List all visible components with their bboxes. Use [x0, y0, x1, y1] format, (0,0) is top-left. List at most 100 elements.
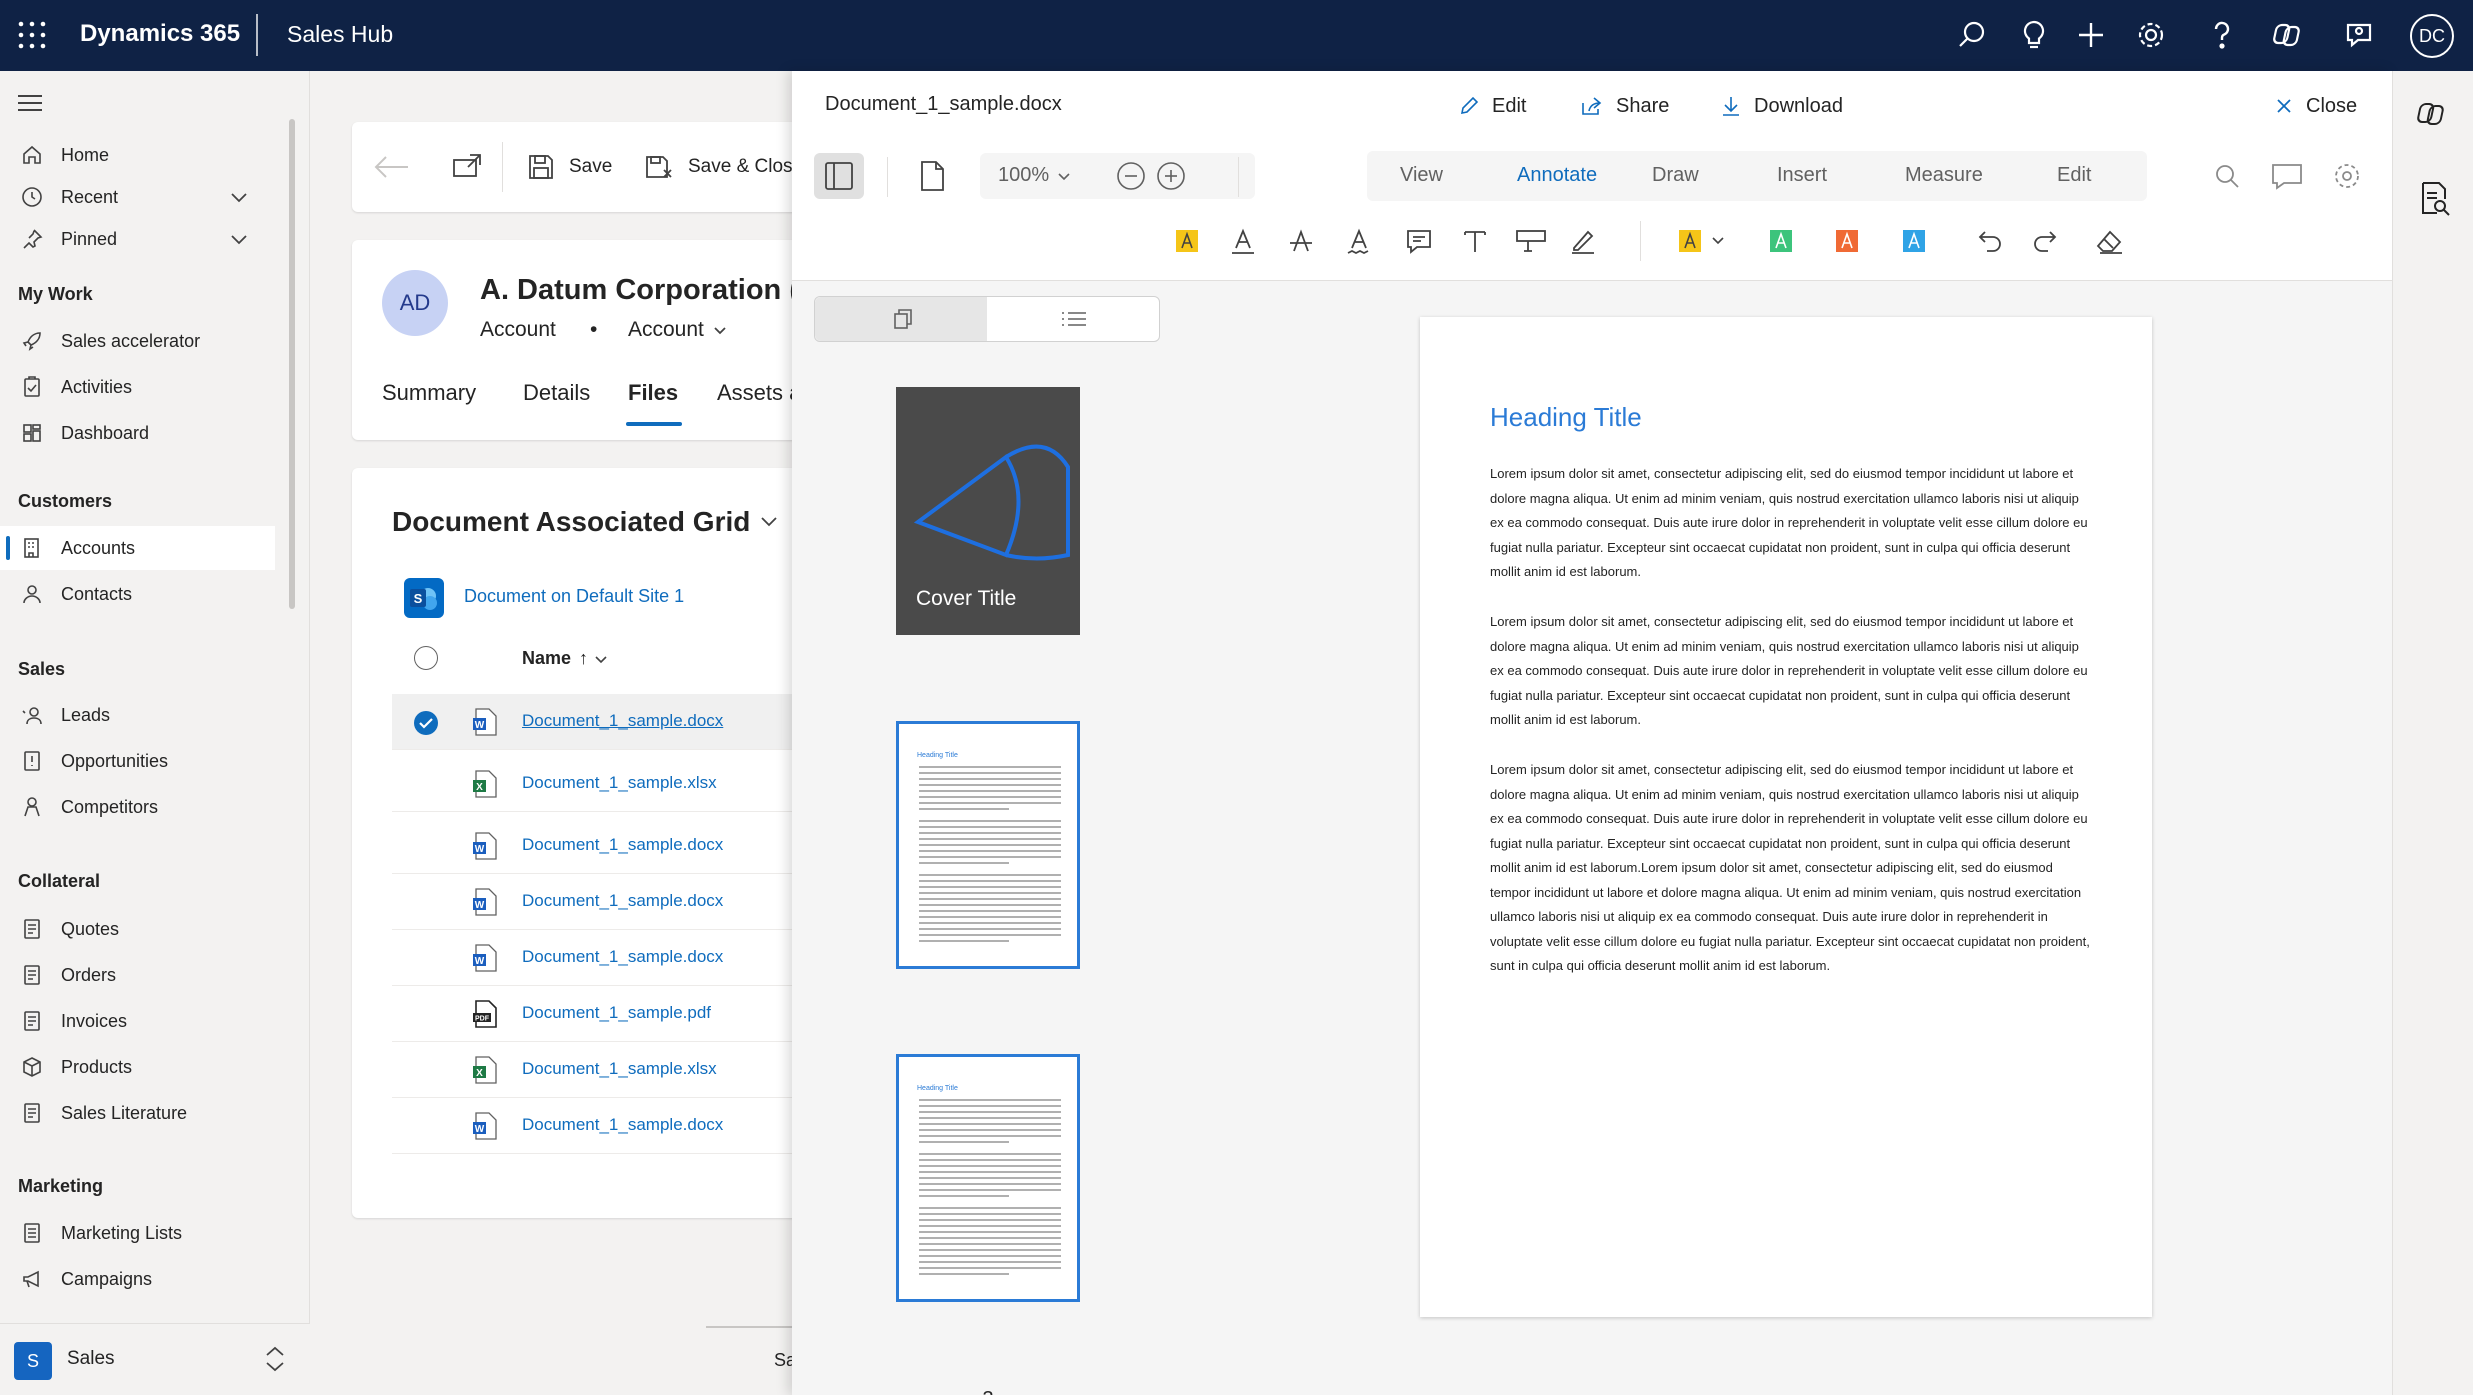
document-search-pane-icon[interactable]	[2415, 179, 2453, 217]
strikethrough-tool-icon[interactable]	[1286, 226, 1316, 256]
open-in-new-window-icon[interactable]	[452, 152, 484, 182]
feedback-icon[interactable]	[2340, 16, 2378, 54]
tab-details[interactable]: Details	[523, 380, 590, 406]
file-name-link[interactable]: Document_1_sample.xlsx	[522, 1059, 717, 1079]
sidebar-item-campaigns[interactable]: Campaigns	[0, 1257, 275, 1301]
file-name-link[interactable]: Document_1_sample.xlsx	[522, 773, 717, 793]
chevron-down-icon[interactable]	[758, 510, 780, 532]
table-row[interactable]: PDF Document_1_sample.pdf	[392, 986, 812, 1042]
file-name-link[interactable]: Document_1_sample.docx	[522, 1115, 723, 1135]
copilot-icon[interactable]	[2271, 16, 2309, 54]
share-button[interactable]: Share	[1580, 91, 1669, 121]
thumbnail-page-1[interactable]: Cover Title	[896, 387, 1080, 635]
hamburger-menu-icon[interactable]	[16, 91, 44, 115]
tab-summary[interactable]: Summary	[382, 380, 476, 406]
chevron-down-icon[interactable]	[228, 228, 250, 250]
search-icon[interactable]	[1953, 16, 1991, 54]
table-row[interactable]: X Document_1_sample.xlsx	[392, 1042, 812, 1098]
tab-assets[interactable]: Assets a	[717, 380, 801, 406]
plus-icon[interactable]	[2072, 16, 2110, 54]
note-tool-icon[interactable]	[1404, 226, 1434, 256]
mode-tab-insert[interactable]: Insert	[1777, 164, 1827, 187]
search-icon[interactable]	[2212, 161, 2242, 191]
mode-tab-edit[interactable]: Edit	[2057, 164, 2091, 187]
copilot-pane-icon[interactable]	[2415, 95, 2453, 133]
document-location-link[interactable]: Document on Default Site 1	[464, 586, 684, 607]
column-header-name[interactable]: Name ↑	[522, 648, 608, 669]
chevron-down-icon[interactable]	[228, 186, 250, 208]
sidebar-item-dashboard[interactable]: Dashboard	[0, 411, 275, 455]
table-row[interactable]: W Document_1_sample.docx	[392, 874, 812, 930]
table-row[interactable]: W Document_1_sample.docx	[392, 694, 812, 750]
app-launcher-icon[interactable]	[16, 19, 48, 51]
mode-tab-annotate[interactable]: Annotate	[1517, 164, 1597, 187]
sidebar-item-products[interactable]: Products	[0, 1045, 275, 1089]
sidebar-item-sales-literature[interactable]: Sales Literature	[0, 1091, 275, 1135]
mode-tab-measure[interactable]: Measure	[1905, 164, 1983, 187]
signature-tool-icon[interactable]	[1568, 226, 1598, 256]
callout-tool-icon[interactable]	[1514, 226, 1548, 256]
orange-text-color-icon[interactable]	[1832, 226, 1862, 256]
sidebar-item-leads[interactable]: Leads	[0, 693, 275, 737]
eraser-icon[interactable]	[2092, 226, 2126, 256]
table-row[interactable]: W Document_1_sample.docx	[392, 1098, 812, 1154]
comment-panel-icon[interactable]	[2270, 161, 2304, 191]
page-view-icon[interactable]	[907, 153, 957, 199]
user-avatar[interactable]: DC	[2410, 14, 2454, 58]
blue-text-color-icon[interactable]	[1899, 226, 1929, 256]
squiggly-tool-icon[interactable]	[1344, 226, 1374, 256]
file-name-link[interactable]: Document_1_sample.docx	[522, 947, 723, 967]
highlight-tool-icon[interactable]	[1172, 226, 1202, 256]
file-name-link[interactable]: Document_1_sample.docx	[522, 711, 723, 731]
redo-icon[interactable]	[2030, 226, 2060, 256]
underline-tool-icon[interactable]	[1228, 226, 1258, 256]
sidebar-item-activities[interactable]: Activities	[0, 365, 275, 409]
zoom-in-icon[interactable]	[1156, 161, 1186, 191]
sidebar-item-marketing-lists[interactable]: Marketing Lists	[0, 1211, 275, 1255]
form-selector[interactable]: Account	[628, 318, 728, 342]
table-row[interactable]: X Document_1_sample.xlsx	[392, 756, 812, 812]
row-checkbox-checked[interactable]	[414, 711, 438, 735]
sidebar-item-sales-accelerator[interactable]: Sales accelerator	[0, 319, 275, 363]
sidebar-item-opportunities[interactable]: Opportunities	[0, 739, 275, 783]
download-button[interactable]: Download	[1720, 91, 1843, 121]
sidebar-item-pinned[interactable]: Pinned	[0, 217, 275, 261]
mode-tab-draw[interactable]: Draw	[1652, 164, 1699, 187]
area-switcher[interactable]: S Sales	[0, 1323, 310, 1395]
thumbnail-page-2[interactable]: Heading Title	[896, 721, 1080, 969]
tab-files[interactable]: Files	[628, 380, 678, 406]
settings-gear-icon[interactable]	[2332, 161, 2362, 191]
text-tool-icon[interactable]	[1460, 226, 1490, 256]
save-button[interactable]: Save	[527, 122, 612, 212]
highlight-color-dropdown[interactable]	[1675, 226, 1731, 256]
app-title[interactable]: Sales Hub	[287, 21, 393, 48]
save-and-close-button[interactable]: Save & Clos	[644, 122, 793, 212]
sidebar-item-recent[interactable]: Recent	[0, 175, 275, 219]
file-name-link[interactable]: Document_1_sample.docx	[522, 835, 723, 855]
sidebar-item-invoices[interactable]: Invoices	[0, 999, 275, 1043]
undo-icon[interactable]	[1975, 226, 2005, 256]
zoom-level-dropdown[interactable]: 100%	[998, 164, 1071, 187]
sidebar-item-orders[interactable]: Orders	[0, 953, 275, 997]
file-name-link[interactable]: Document_1_sample.pdf	[522, 1003, 711, 1023]
file-name-link[interactable]: Document_1_sample.docx	[522, 891, 723, 911]
chevron-up-down-icon[interactable]	[262, 1344, 288, 1374]
table-row[interactable]: W Document_1_sample.docx	[392, 930, 812, 986]
gear-icon[interactable]	[2132, 16, 2170, 54]
sidebar-item-home[interactable]: Home	[0, 133, 275, 177]
brand-title[interactable]: Dynamics 365	[80, 20, 240, 48]
sidebar-item-competitors[interactable]: Competitors	[0, 785, 275, 829]
close-button[interactable]: Close	[2274, 91, 2357, 121]
thumbnails-tab[interactable]	[815, 297, 987, 341]
thumbnail-page-3[interactable]: Heading Title	[896, 1054, 1080, 1302]
sidebar-toggle-button[interactable]	[814, 153, 864, 199]
sidebar-item-quotes[interactable]: Quotes	[0, 907, 275, 951]
green-text-color-icon[interactable]	[1766, 226, 1796, 256]
sidebar-scrollbar[interactable]	[289, 119, 295, 609]
sidebar-item-contacts[interactable]: Contacts	[0, 572, 275, 616]
back-arrow-icon[interactable]	[372, 152, 412, 182]
edit-button[interactable]: Edit	[1458, 91, 1526, 121]
help-icon[interactable]	[2203, 16, 2241, 54]
mode-tab-view[interactable]: View	[1400, 164, 1443, 187]
lightbulb-icon[interactable]	[2015, 16, 2053, 54]
